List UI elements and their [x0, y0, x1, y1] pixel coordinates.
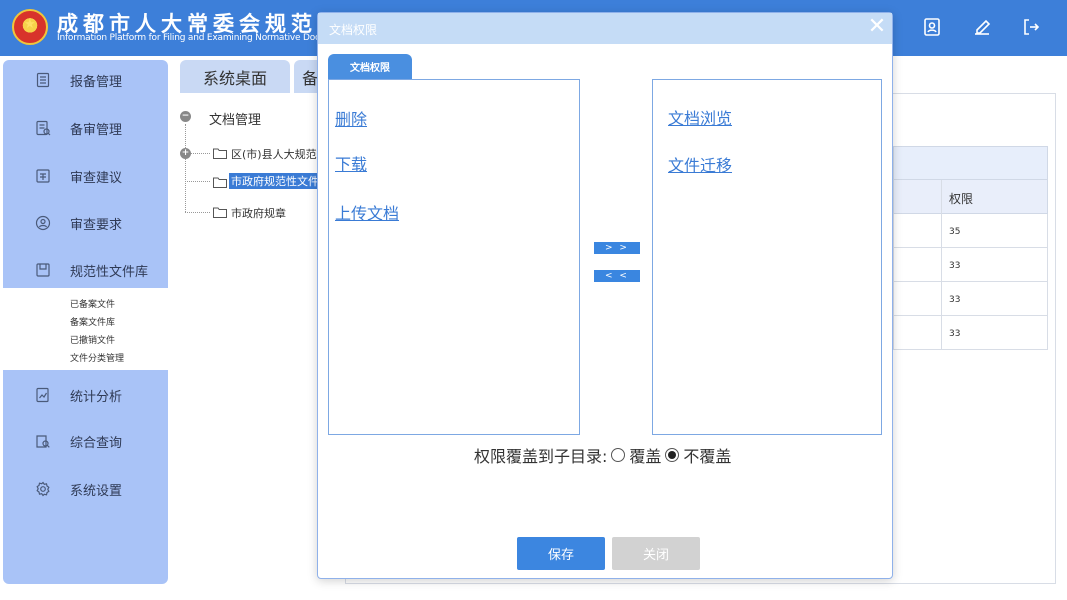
- document-permission-dialog: 文档权限 ✕ 文档权限 删除 下载 上传文档 > > < < 文档浏览 文件迁移…: [317, 12, 893, 579]
- sidebar-item-suggestion[interactable]: 审查建议: [3, 156, 168, 196]
- override-label: 权限覆盖到子目录:: [474, 447, 608, 466]
- override-option-label[interactable]: 覆盖: [629, 443, 661, 467]
- table-row[interactable]: [893, 282, 1048, 316]
- sidebar-item-requirement[interactable]: 审查要求: [3, 203, 168, 243]
- expand-icon[interactable]: +: [180, 148, 191, 159]
- user-circle-icon: [35, 215, 51, 231]
- gear-icon: [35, 481, 51, 497]
- tab-system-desktop[interactable]: 系统桌面: [180, 60, 290, 93]
- available-permissions-list[interactable]: 删除 下载 上传文档: [328, 79, 580, 435]
- tree-node-city-gov-docs[interactable]: 市政府规范性文件: [229, 173, 321, 189]
- sidebar-item-statistics[interactable]: 统计分析: [3, 375, 168, 415]
- tree-connector: [185, 124, 186, 212]
- national-emblem-icon: ★: [12, 9, 48, 45]
- search-doc-icon: [35, 433, 51, 449]
- table-cell: 35: [949, 227, 961, 237]
- sidebar-item-query[interactable]: 综合查询: [3, 421, 168, 461]
- sidebar-item-label: 系统设置: [70, 483, 123, 499]
- archive-icon: [35, 262, 51, 278]
- app-subtitle: Information Platform for Filing and Exam…: [57, 33, 353, 43]
- close-button[interactable]: 关闭: [612, 537, 700, 570]
- sidebar-item-label: 规范性文件库: [70, 264, 149, 280]
- sidebar-item-settings[interactable]: 系统设置: [3, 469, 168, 509]
- sidebar-item-label: 审查要求: [70, 217, 123, 233]
- permission-item-delete[interactable]: 删除: [335, 106, 367, 130]
- permission-item-upload[interactable]: 上传文档: [335, 200, 399, 224]
- column-divider: [941, 180, 942, 349]
- folder-icon: [213, 207, 227, 218]
- sidebar-item-library[interactable]: 规范性文件库: [3, 250, 168, 290]
- library-submenu: 已备案文件 备案文件库 已撤销文件 文件分类管理: [3, 288, 168, 370]
- dialog-title: 文档权限: [329, 23, 378, 37]
- sidebar: 报备管理 备审管理 审查建议 审查要求 规范性文件库 已备案文件 备案文件库 已…: [3, 60, 168, 584]
- table-title-bar: [893, 146, 1048, 180]
- chart-icon: [35, 387, 51, 403]
- submenu-item-filed[interactable]: 已备案文件: [70, 297, 115, 310]
- override-option-row: 权限覆盖到子目录: 覆盖 不覆盖: [474, 443, 731, 467]
- override-radio[interactable]: [611, 448, 626, 462]
- move-left-button[interactable]: < <: [594, 270, 640, 282]
- dialog-header: 文档权限 ✕: [318, 13, 892, 44]
- folder-icon: [213, 148, 227, 159]
- no-override-option-label[interactable]: 不覆盖: [683, 443, 731, 467]
- column-header-permission: 权限: [949, 192, 974, 206]
- table-row[interactable]: [893, 248, 1048, 282]
- tree-node-city-gov-rules[interactable]: 市政府规章: [231, 205, 286, 221]
- save-button[interactable]: 保存: [517, 537, 605, 570]
- edit-icon[interactable]: [971, 16, 993, 38]
- granted-permissions-list[interactable]: 文档浏览 文件迁移: [652, 79, 882, 435]
- tree-connector: [185, 212, 210, 213]
- sidebar-item-label: 报备管理: [70, 74, 123, 90]
- tree-node-district[interactable]: 区(市)县人大规范性: [231, 146, 328, 162]
- table-row[interactable]: [893, 316, 1048, 350]
- suggestion-icon: [35, 168, 51, 184]
- folder-icon: [213, 177, 227, 188]
- sidebar-item-label: 综合查询: [70, 435, 123, 451]
- sidebar-item-filing[interactable]: 报备管理: [3, 60, 168, 100]
- table-cell: 33: [949, 295, 961, 305]
- sidebar-item-label: 统计分析: [70, 389, 123, 405]
- submenu-item-filing-library[interactable]: 备案文件库: [70, 315, 115, 328]
- table-cell: 33: [949, 329, 961, 339]
- sidebar-item-label: 审查建议: [70, 170, 123, 186]
- permission-item-browse[interactable]: 文档浏览: [668, 105, 732, 129]
- tab-document-permission[interactable]: 文档权限: [328, 54, 412, 79]
- collapse-icon[interactable]: −: [180, 111, 191, 122]
- tree-root[interactable]: 文档管理: [209, 109, 261, 128]
- table-cell: 33: [949, 261, 961, 271]
- tree-connector: [185, 181, 210, 182]
- table-row[interactable]: [893, 214, 1048, 248]
- permission-item-migrate[interactable]: 文件迁移: [668, 152, 732, 176]
- sidebar-item-review[interactable]: 备审管理: [3, 108, 168, 148]
- close-icon[interactable]: ✕: [867, 16, 887, 38]
- move-right-button[interactable]: > >: [594, 242, 640, 254]
- review-icon: [35, 120, 51, 136]
- permission-item-download[interactable]: 下载: [335, 151, 367, 175]
- submenu-item-category[interactable]: 文件分类管理: [70, 351, 124, 364]
- no-override-radio[interactable]: [665, 448, 680, 462]
- document-list-icon: [35, 72, 51, 88]
- submenu-item-revoked[interactable]: 已撤销文件: [70, 333, 115, 346]
- logout-icon[interactable]: [1020, 16, 1042, 38]
- sidebar-item-label: 备审管理: [70, 122, 123, 138]
- contact-card-icon[interactable]: [921, 16, 943, 38]
